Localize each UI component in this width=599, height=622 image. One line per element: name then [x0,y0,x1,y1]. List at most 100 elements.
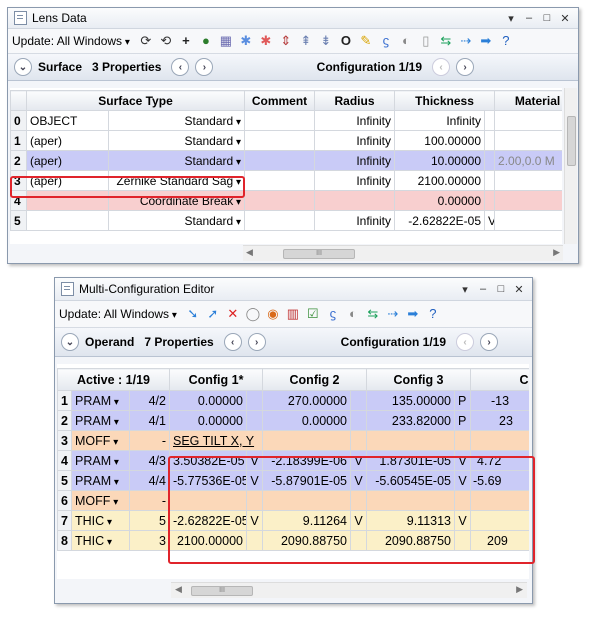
table-row[interactable]: 0 OBJECT Standard Infinity Infinity [10,110,562,131]
solve-cell[interactable] [484,150,496,171]
surface-label-cell[interactable]: (aper) [26,150,109,171]
coordinate-icon[interactable]: ⇟ [318,33,334,49]
radius-cell[interactable] [314,190,396,211]
dropdown-icon[interactable]: ▾ [504,12,518,25]
table-row[interactable]: 3 MOFF - SEG TILT X, Y [57,430,529,451]
radius-cell[interactable]: Infinity [314,150,396,171]
thickness-cell[interactable]: 2100.00000 [394,170,486,191]
swap-icon[interactable]: ⇆ [365,306,381,322]
solve-icon[interactable]: ✱ [238,33,254,49]
page-icon[interactable]: ▯ [418,33,434,49]
config2-cell[interactable] [262,430,352,451]
arrow-right-icon[interactable]: ➡ [478,33,494,49]
config1-cell[interactable]: SEG TILT X, Y [168,430,264,451]
surface-type-cell[interactable]: Standard [107,110,246,131]
next-surface-icon[interactable]: › [195,58,214,76]
row-number[interactable]: 3 [57,430,72,451]
table-row[interactable]: 2 (aper) Standard Infinity 10.00000 2.00… [10,150,562,171]
insert-surface-icon[interactable]: + [178,33,194,49]
insert-operand-icon[interactable]: ➘ [185,306,201,322]
operand-cell[interactable]: PRAM [71,470,130,491]
comment-cell[interactable] [244,150,316,171]
row-number[interactable]: 7 [57,510,72,531]
row-number[interactable]: 4 [57,450,72,471]
close-icon[interactable]: ✕ [558,12,572,25]
param-cell[interactable]: 3 [129,530,170,551]
comment-cell[interactable] [244,170,316,191]
dropdown-icon[interactable]: ▾ [458,283,472,296]
table-row[interactable]: 1 PRAM 4/2 0.00000 270.00000 135.00000 P… [57,390,529,411]
solve-cell[interactable] [484,190,496,211]
param-cell[interactable]: - [129,430,170,451]
scroll-left-icon[interactable]: ◀ [246,247,253,258]
solve-cell[interactable] [484,130,496,151]
comment-cell[interactable] [244,190,316,211]
minimize-icon[interactable]: – [476,283,490,295]
comment-cell[interactable] [244,210,316,231]
scroll-left-icon[interactable]: ◀ [175,584,182,595]
row-number[interactable]: 5 [57,470,72,491]
operand-cell[interactable]: PRAM [71,390,130,411]
horizontal-scroll-thumb[interactable]: III [191,586,253,596]
config4-cell[interactable]: 23 [470,410,529,431]
header-radius[interactable]: Radius [314,90,396,111]
thickness-cell[interactable]: -2.62822E-05 [394,210,486,231]
solve-cell[interactable]: P [454,410,472,431]
horizontal-scroll-thumb[interactable]: III [283,249,355,259]
config3-cell[interactable] [366,430,456,451]
table-row[interactable]: 5 Standard Infinity -2.62822E-05 V [10,210,562,231]
solve-cell[interactable] [350,410,368,431]
mce-horizontal-scrollbar[interactable]: ◀ III ▶ [171,582,527,598]
arrow-right-icon[interactable]: ➡ [405,306,421,322]
prev-operand-icon[interactable]: ‹ [223,333,242,351]
update-dropdown[interactable]: Update: All Windows [12,34,130,48]
solve-cell[interactable] [245,390,264,411]
config1-cell[interactable]: 0.00000 [169,390,247,411]
prev-config-icon[interactable]: ‹ [432,58,450,76]
expand-chevron-icon[interactable]: ⌄ [14,58,32,76]
swap-icon[interactable]: ⇆ [438,33,454,49]
prev-surface-icon[interactable]: ‹ [171,58,190,76]
next-operand-icon[interactable]: › [247,333,266,351]
help-icon[interactable]: ? [425,306,441,322]
config2-cell[interactable]: 0.00000 [262,410,352,431]
header-active[interactable]: Active : 1/19 [57,368,170,391]
header-config-1[interactable]: Config 1* [168,368,264,391]
radius-cell[interactable]: Infinity [314,210,396,231]
material-cell[interactable] [494,170,562,191]
solve-cell[interactable] [484,170,496,191]
operand-cell[interactable]: THIC [71,530,130,551]
make-thermal-icon[interactable]: ϛ [325,306,341,322]
radius-cell[interactable]: Infinity [314,110,396,131]
minimize-icon[interactable]: – [522,12,536,24]
config2-cell[interactable]: 270.00000 [262,390,352,411]
row-number[interactable]: 6 [57,490,72,511]
operand-cell[interactable]: PRAM [71,410,130,431]
solve-cell[interactable] [454,430,472,451]
table-row[interactable]: 1 (aper) Standard Infinity 100.00000 [10,130,562,151]
param-cell[interactable]: 5 [129,510,170,531]
close-icon[interactable]: ✕ [512,283,526,296]
thickness-cell[interactable]: 0.00000 [394,190,486,211]
config4-cell[interactable] [470,430,529,451]
next-config-icon[interactable]: › [456,58,474,76]
solve-cell[interactable] [245,410,264,431]
param-cell[interactable]: 4/2 [129,390,170,411]
config3-cell[interactable]: 135.00000 [366,390,456,411]
next-config-icon[interactable]: › [480,333,498,351]
radius-cell[interactable]: Infinity [314,170,396,191]
header-config-2[interactable]: Config 2 [262,368,368,391]
surface-label-cell[interactable]: OBJECT [26,110,109,131]
solve-cell[interactable]: V [484,210,496,231]
globe-icon[interactable]: ● [198,33,214,49]
surface-type-cell[interactable]: Standard [107,210,246,231]
config-color-icon[interactable]: ◉ [265,306,281,322]
row-number[interactable]: 8 [57,530,72,551]
operand-cell[interactable]: MOFF [71,430,130,451]
material-cell[interactable]: 2.00,0.0 M [494,150,562,171]
make-thermal-icon[interactable]: ϛ [378,33,394,49]
help-icon[interactable]: ? [498,33,514,49]
header-comment[interactable]: Comment [244,90,316,111]
dots-arrow-icon[interactable]: ⇢ [458,33,474,49]
tilt-icon[interactable]: ⇕ [278,33,294,49]
